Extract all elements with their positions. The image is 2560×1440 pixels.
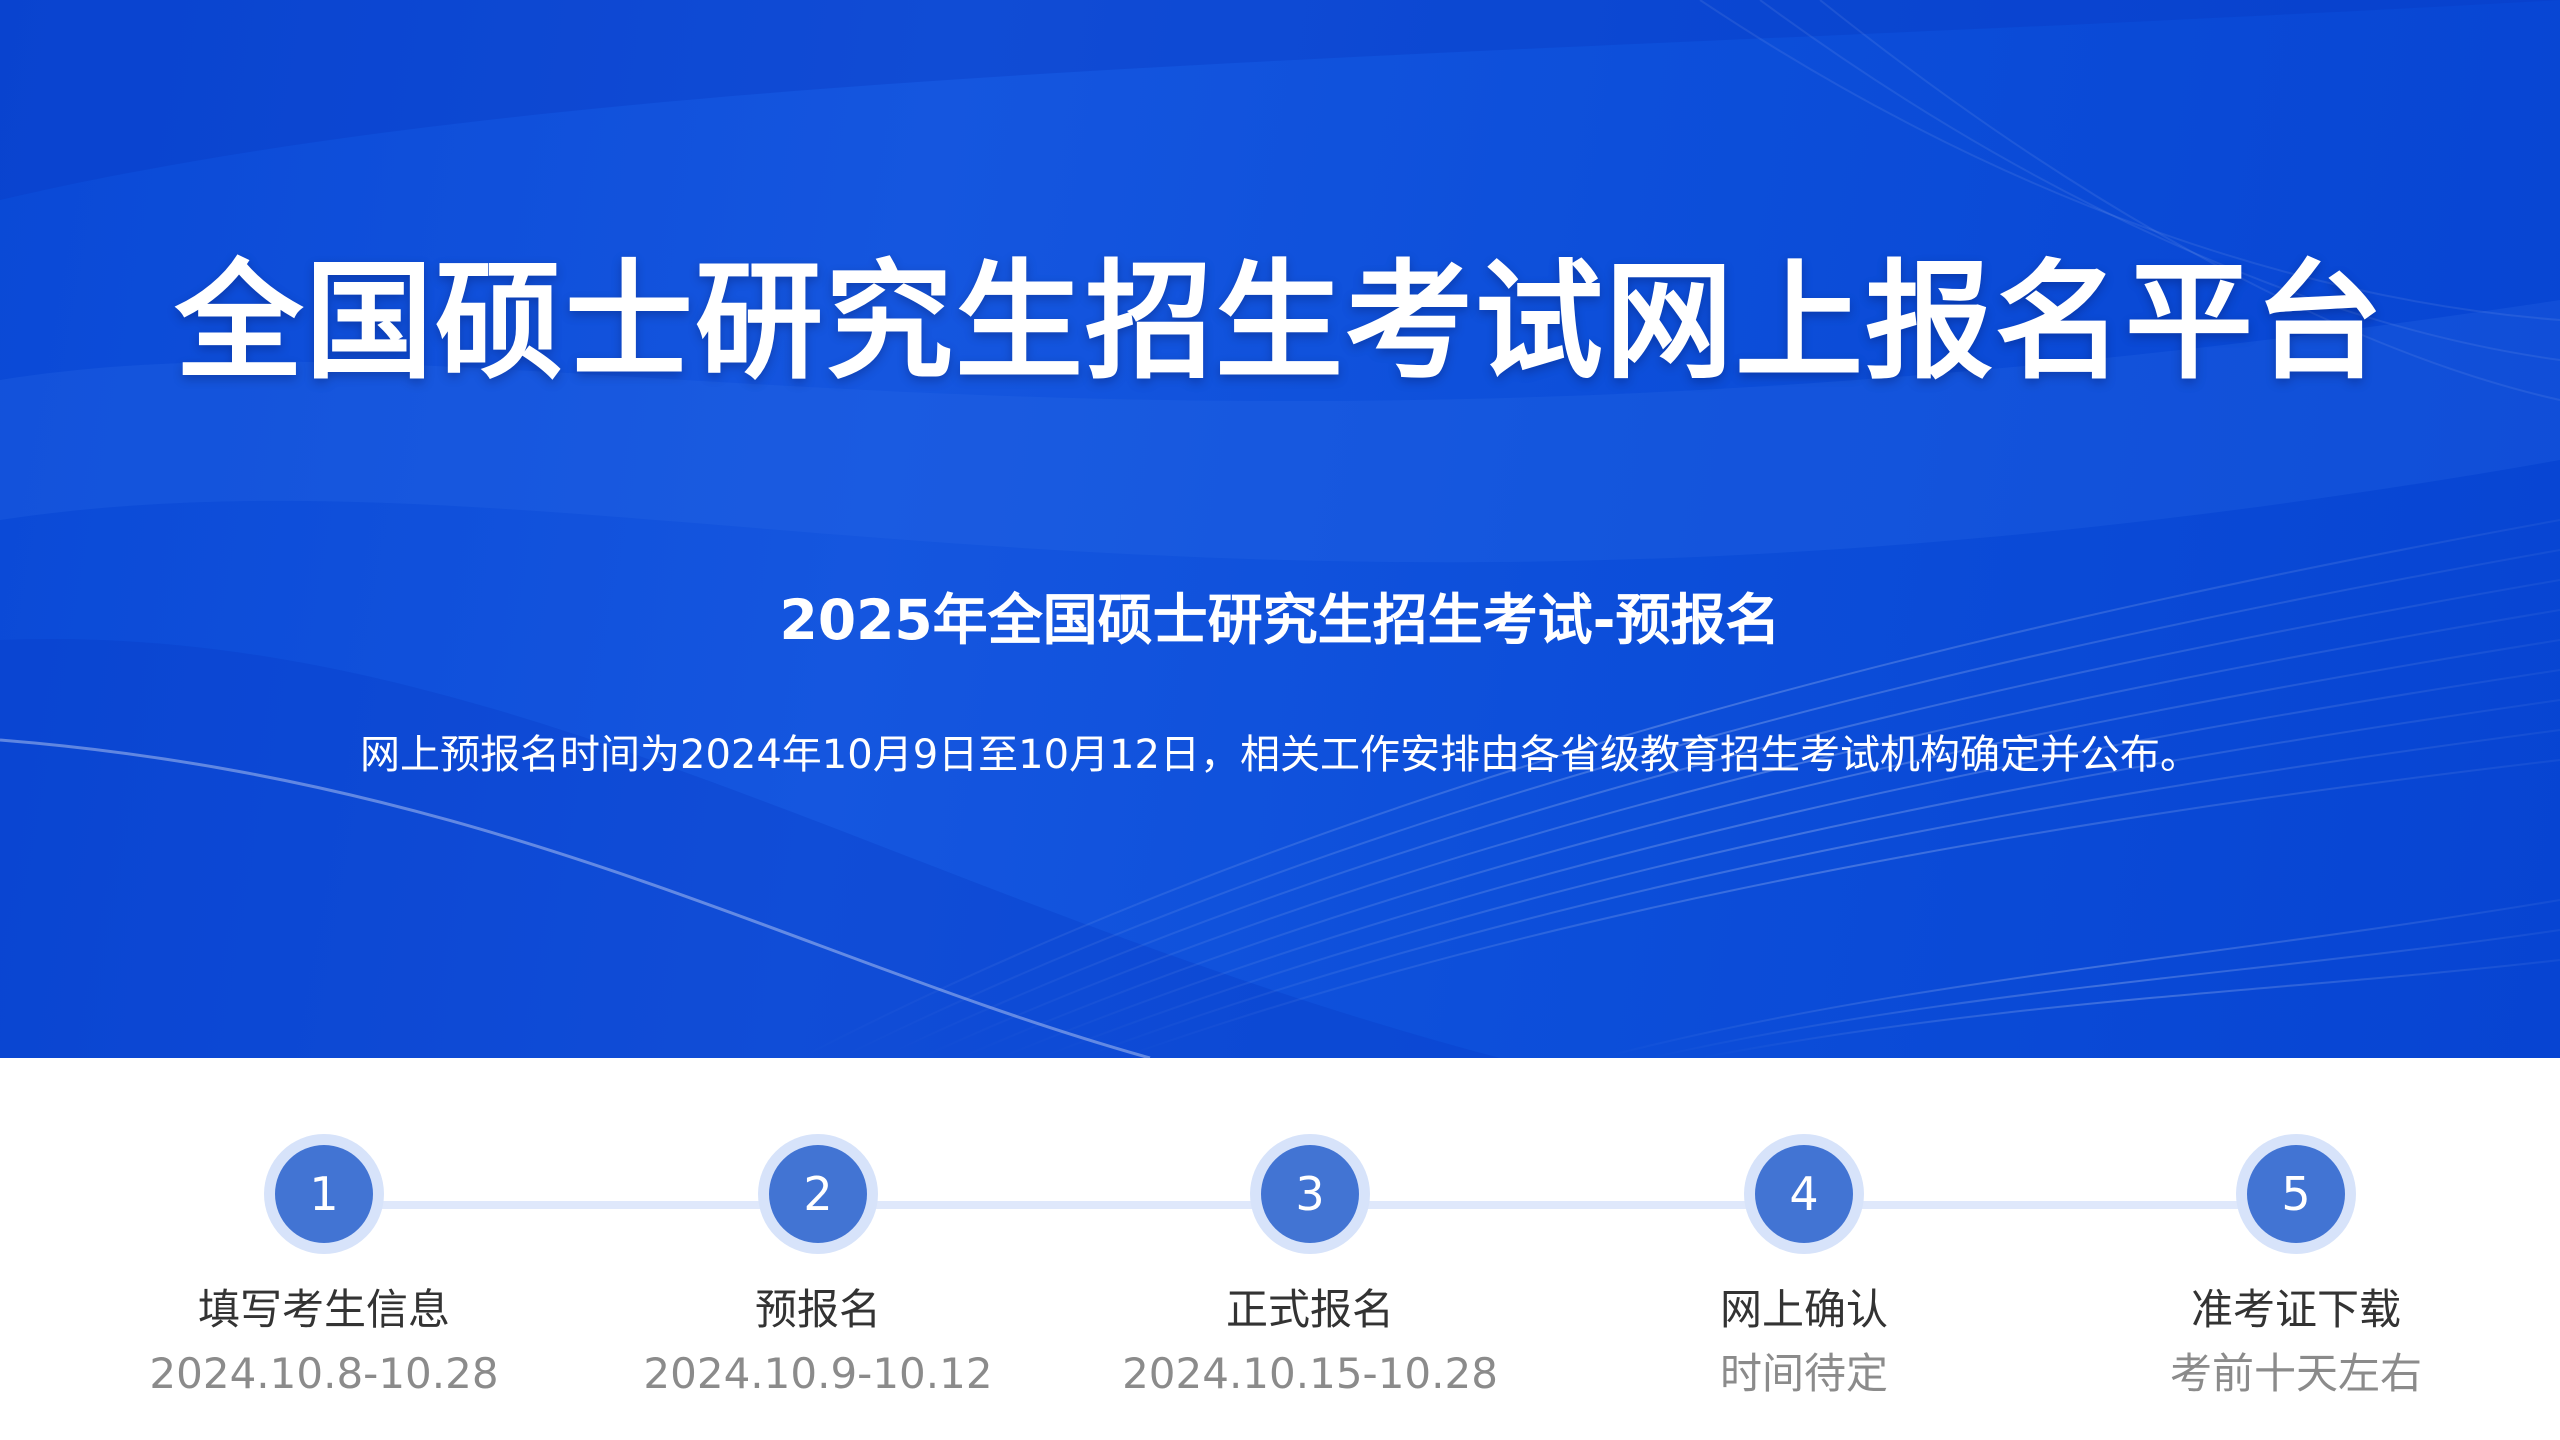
step-date: 考前十天左右 [2169, 1349, 2422, 1398]
step-number: 5 [2247, 1145, 2345, 1243]
exam-subtitle: 2025年全国硕士研究生招生考试-预报名 [779, 588, 1781, 652]
step-circle: 5 [2236, 1134, 2356, 1254]
page-title: 全国硕士研究生招生考试网上报名平台 [174, 248, 2385, 397]
step-circle: 3 [1250, 1134, 1370, 1254]
registration-notice: 网上预报名时间为2024年10月9日至10月12日，相关工作安排由各省级教育招生… [360, 732, 2200, 778]
step-date: 时间待定 [1719, 1349, 1888, 1398]
step-name: 正式报名 [1225, 1285, 1394, 1334]
step-date: 2024.10.8-10.28 [149, 1349, 499, 1398]
step-item[interactable]: 3 正式报名 2024.10.15-10.28 [1100, 1134, 1520, 1402]
hero-banner: 全国硕士研究生招生考试网上报名平台 2025年全国硕士研究生招生考试-预报名 网… [0, 0, 2560, 1058]
step-number: 4 [1755, 1145, 1853, 1243]
step-name: 网上确认 [1719, 1285, 1888, 1334]
step-circle: 2 [758, 1134, 878, 1254]
registration-steps: 1 填写考生信息 2024.10.8-10.28 2 预报名 2024.10.9… [0, 1058, 2560, 1440]
decorative-waves [0, 0, 2560, 1058]
step-item[interactable]: 2 预报名 2024.10.9-10.12 [608, 1134, 1028, 1402]
step-date: 2024.10.15-10.28 [1122, 1349, 1498, 1398]
step-circle: 4 [1744, 1134, 1864, 1254]
step-name: 填写考生信息 [197, 1285, 450, 1334]
step-number: 1 [275, 1145, 373, 1243]
step-circle: 1 [264, 1134, 384, 1254]
step-item[interactable]: 1 填写考生信息 2024.10.8-10.28 [114, 1134, 534, 1402]
step-number: 3 [1261, 1145, 1359, 1243]
step-item[interactable]: 4 网上确认 时间待定 [1594, 1134, 2014, 1402]
step-name: 预报名 [754, 1285, 881, 1334]
step-name: 准考证下载 [2190, 1285, 2401, 1334]
step-date: 2024.10.9-10.12 [643, 1349, 993, 1398]
step-number: 2 [769, 1145, 867, 1243]
step-item[interactable]: 5 准考证下载 考前十天左右 [2086, 1134, 2506, 1402]
